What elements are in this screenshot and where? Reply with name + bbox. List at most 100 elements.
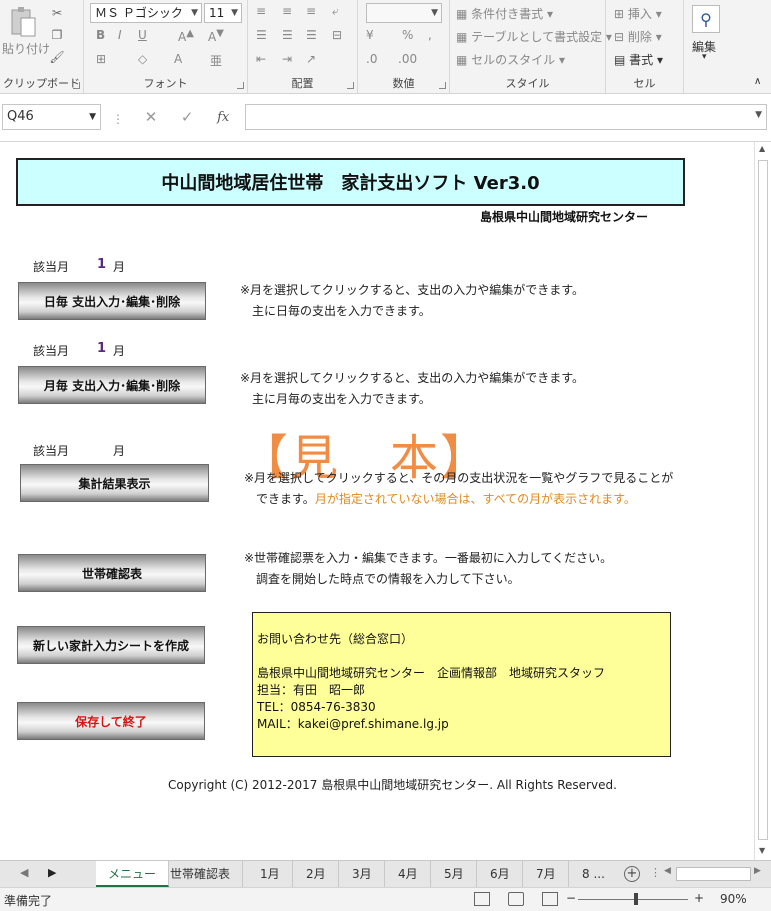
orientation-icon[interactable]: ↗: [306, 52, 316, 66]
tab-month-5[interactable]: 5月: [432, 861, 477, 887]
hscroll-right-icon[interactable]: ▶: [754, 866, 761, 876]
daily-expense-button[interactable]: 日毎 支出入力･編集･削除: [18, 282, 206, 320]
phonetic-icon[interactable]: 亜: [210, 52, 222, 69]
alignment-launcher-icon[interactable]: [347, 82, 354, 89]
chevron-down-icon: ▼: [431, 8, 438, 18]
horizontal-scrollbar[interactable]: [676, 867, 751, 881]
household-button[interactable]: 世帯確認表: [18, 554, 206, 592]
cancel-icon[interactable]: ✕: [145, 108, 158, 126]
font-shrink-icon[interactable]: A▼: [208, 28, 224, 44]
normal-view-icon[interactable]: [474, 892, 490, 906]
tab-month-2[interactable]: 2月: [294, 861, 339, 887]
cell-style-button[interactable]: ▦ セルのスタイル ▾: [456, 51, 565, 68]
tab-month-7[interactable]: 7月: [524, 861, 569, 887]
font-launcher-icon[interactable]: [237, 82, 244, 89]
decimal-decrease-icon[interactable]: .00: [398, 52, 417, 66]
chevron-down-icon: ▼: [191, 8, 198, 18]
tab-month-4[interactable]: 4月: [386, 861, 431, 887]
page-break-icon[interactable]: [542, 892, 558, 906]
format-label: 書式: [629, 53, 654, 67]
tab-more[interactable]: 8 ...: [570, 861, 617, 887]
tab-month-1[interactable]: 1月: [248, 861, 293, 887]
zoom-level[interactable]: 90%: [720, 892, 747, 906]
format-painter-icon[interactable]: 🖌: [48, 48, 66, 66]
vertical-scrollbar[interactable]: ▲ ▼: [754, 142, 771, 860]
conditional-format-button[interactable]: ▦ 条件付き書式 ▾: [456, 5, 553, 22]
align-bottom-icon[interactable]: ≡: [306, 4, 316, 18]
contact-mail: MAIL：kakei@pref.shimane.lg.jp: [257, 717, 449, 731]
clipboard-launcher-icon[interactable]: [73, 82, 80, 89]
decimal-increase-icon[interactable]: .0: [366, 52, 377, 66]
currency-icon[interactable]: ¥: [366, 28, 374, 42]
hscroll-left-icon[interactable]: ◀: [664, 866, 671, 876]
format-table-button[interactable]: ▦ テーブルとして書式設定 ▾: [456, 28, 612, 45]
monthly-note-line2: 主に月毎の支出を入力できます。: [240, 392, 431, 406]
worksheet[interactable]: 中山間地域居住世帯 家計支出ソフト Ver3.0 島根県中山間地域研究センター …: [0, 142, 754, 860]
fill-color-icon[interactable]: ◇: [138, 52, 147, 66]
monthly-note-line1: ※月を選択してクリックすると、支出の入力や編集ができます。: [240, 371, 585, 385]
alignment-group: ≡ ≡ ≡ ⤶ ☰ ☰ ☰ ⊟ ⇤ ⇥ ↗ 配置: [248, 0, 358, 94]
check-icon[interactable]: ✓: [181, 108, 194, 126]
font-size-select[interactable]: 11 ▼: [204, 3, 242, 23]
merge-icon[interactable]: ⊟: [332, 28, 342, 42]
scroll-thumb[interactable]: [758, 160, 768, 840]
zoom-out-icon[interactable]: −: [566, 891, 576, 905]
monthly-expense-button[interactable]: 月毎 支出入力･編集･削除: [18, 366, 206, 404]
number-format-select[interactable]: ▼: [366, 3, 442, 23]
search-icon[interactable]: ⚲: [692, 5, 720, 33]
cut-icon[interactable]: ✂: [48, 4, 66, 22]
add-sheet-icon[interactable]: +: [624, 866, 640, 882]
page-layout-icon[interactable]: [508, 892, 524, 906]
paste-label[interactable]: 貼り付け: [2, 40, 50, 57]
household-note-line1: ※世帯確認票を入力・編集できます。一番最初に入力してください。: [244, 551, 613, 565]
name-box[interactable]: Q46 ▼: [2, 104, 101, 130]
summary-button[interactable]: 集計結果表示: [20, 464, 209, 502]
formula-tools: ✕ ✓ fx: [133, 104, 241, 130]
number-launcher-icon[interactable]: [439, 82, 446, 89]
formula-input[interactable]: ▼: [245, 104, 767, 130]
zoom-slider[interactable]: [578, 899, 688, 900]
collapse-ribbon-icon[interactable]: ∧: [754, 76, 761, 87]
delete-cells-button[interactable]: ⊟ 削除 ▾: [614, 28, 662, 45]
indent-decrease-icon[interactable]: ⇤: [256, 52, 266, 66]
align-top-icon[interactable]: ≡: [256, 4, 266, 18]
format-cells-button[interactable]: ▤ 書式 ▾: [614, 51, 663, 68]
zoom-thumb[interactable]: [634, 893, 638, 905]
paste-icon[interactable]: [4, 4, 42, 40]
scroll-up-icon[interactable]: ▲: [759, 144, 765, 153]
align-right-icon[interactable]: ☰: [306, 28, 317, 42]
insert-cells-button[interactable]: ⊞ 挿入 ▾: [614, 5, 662, 22]
percent-icon[interactable]: %: [402, 28, 413, 42]
tab-next-icon[interactable]: ▶: [48, 866, 56, 879]
indent-increase-icon[interactable]: ⇥: [282, 52, 292, 66]
italic-icon[interactable]: I: [118, 28, 122, 42]
zoom-in-icon[interactable]: +: [694, 891, 704, 905]
month-value[interactable]: 1: [97, 341, 106, 356]
tab-scroll-grip-icon[interactable]: ⋮: [650, 866, 661, 879]
chevron-down-icon[interactable]: ▾: [702, 52, 707, 62]
font-grow-icon[interactable]: A▲: [178, 28, 194, 44]
chevron-down-icon: ▼: [89, 112, 96, 122]
align-middle-icon[interactable]: ≡: [282, 4, 292, 18]
fx-icon[interactable]: fx: [217, 110, 229, 125]
status-text: 準備完了: [4, 894, 53, 908]
save-exit-button[interactable]: 保存して終了: [17, 702, 205, 740]
bold-icon[interactable]: B: [96, 28, 105, 42]
scroll-down-icon[interactable]: ▼: [759, 846, 765, 855]
wrap-text-icon[interactable]: ⤶: [332, 4, 339, 19]
tab-month-6[interactable]: 6月: [478, 861, 523, 887]
align-center-icon[interactable]: ☰: [282, 28, 293, 42]
font-color-icon[interactable]: A: [174, 52, 182, 66]
tab-prev-icon[interactable]: ◀: [20, 866, 28, 879]
new-sheet-button[interactable]: 新しい家計入力シートを作成: [17, 626, 205, 664]
font-name-select[interactable]: ＭＳ Ｐゴシック ▼: [90, 3, 202, 23]
underline-icon[interactable]: U: [138, 28, 147, 42]
chevron-down-icon[interactable]: ▼: [755, 110, 762, 120]
align-left-icon[interactable]: ☰: [256, 28, 267, 42]
border-icon[interactable]: ⊞: [96, 52, 106, 66]
month-value[interactable]: 1: [97, 257, 106, 272]
tab-month-3[interactable]: 3月: [340, 861, 385, 887]
comma-icon[interactable]: ,: [428, 28, 432, 42]
copy-icon[interactable]: ❐: [48, 26, 66, 44]
tab-household[interactable]: 世帯確認表: [158, 861, 244, 887]
